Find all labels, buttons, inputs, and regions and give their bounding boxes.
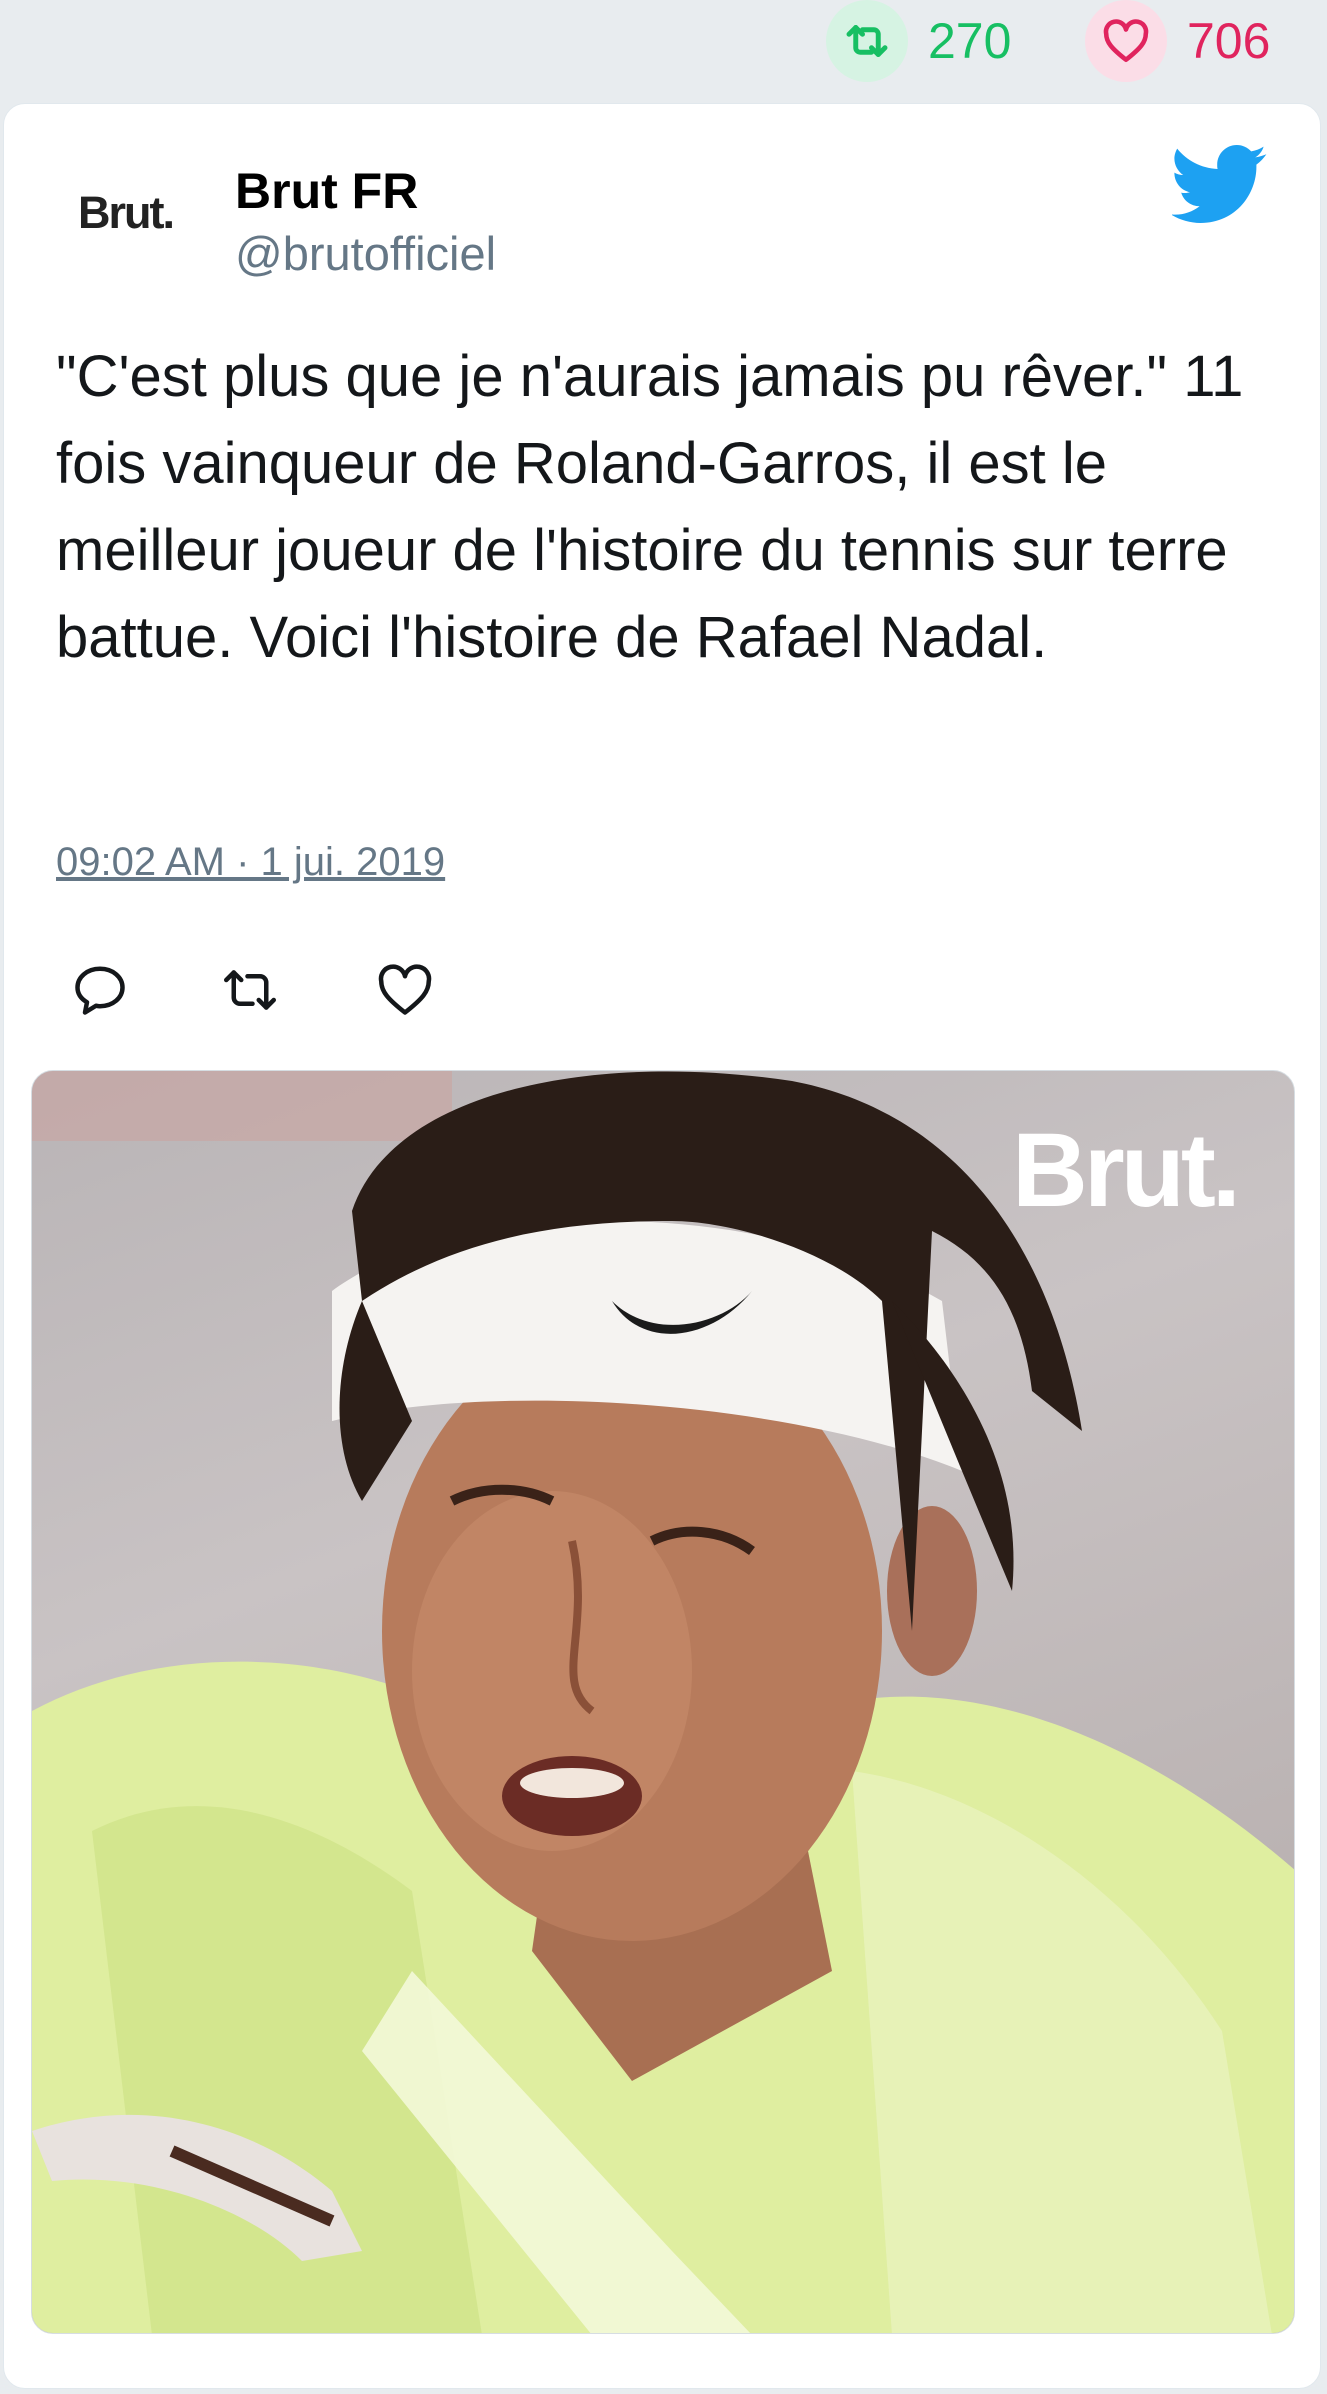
retweet-icon[interactable]: [220, 960, 280, 1020]
retweet-count[interactable]: 270: [826, 0, 1011, 82]
brut-watermark: Brut.: [1012, 1112, 1241, 1229]
author-name[interactable]: Brut FR: [235, 162, 418, 220]
reply-icon[interactable]: [70, 960, 130, 1020]
tweet-timestamp[interactable]: 09:02 AM · 1 jui. 2019: [56, 840, 445, 885]
tweet-stats: 270 706: [0, 0, 1327, 100]
retweet-count-value: 270: [928, 13, 1012, 69]
retweet-icon: [826, 0, 908, 82]
heart-icon: [1085, 0, 1167, 82]
twitter-bird-icon[interactable]: [1172, 145, 1268, 225]
player-photo-illustration: [32, 1071, 1294, 2333]
author-handle[interactable]: @brutofficiel: [235, 226, 496, 281]
tweet-text: "C'est plus que je n'aurais jamais pu rê…: [56, 344, 1244, 670]
author-avatar[interactable]: Brut.: [78, 187, 175, 239]
like-count-value: 706: [1187, 13, 1271, 69]
tweet-media-image[interactable]: Brut.: [31, 1070, 1295, 2334]
heart-icon[interactable]: [375, 960, 435, 1020]
like-count[interactable]: 706: [1085, 0, 1270, 82]
